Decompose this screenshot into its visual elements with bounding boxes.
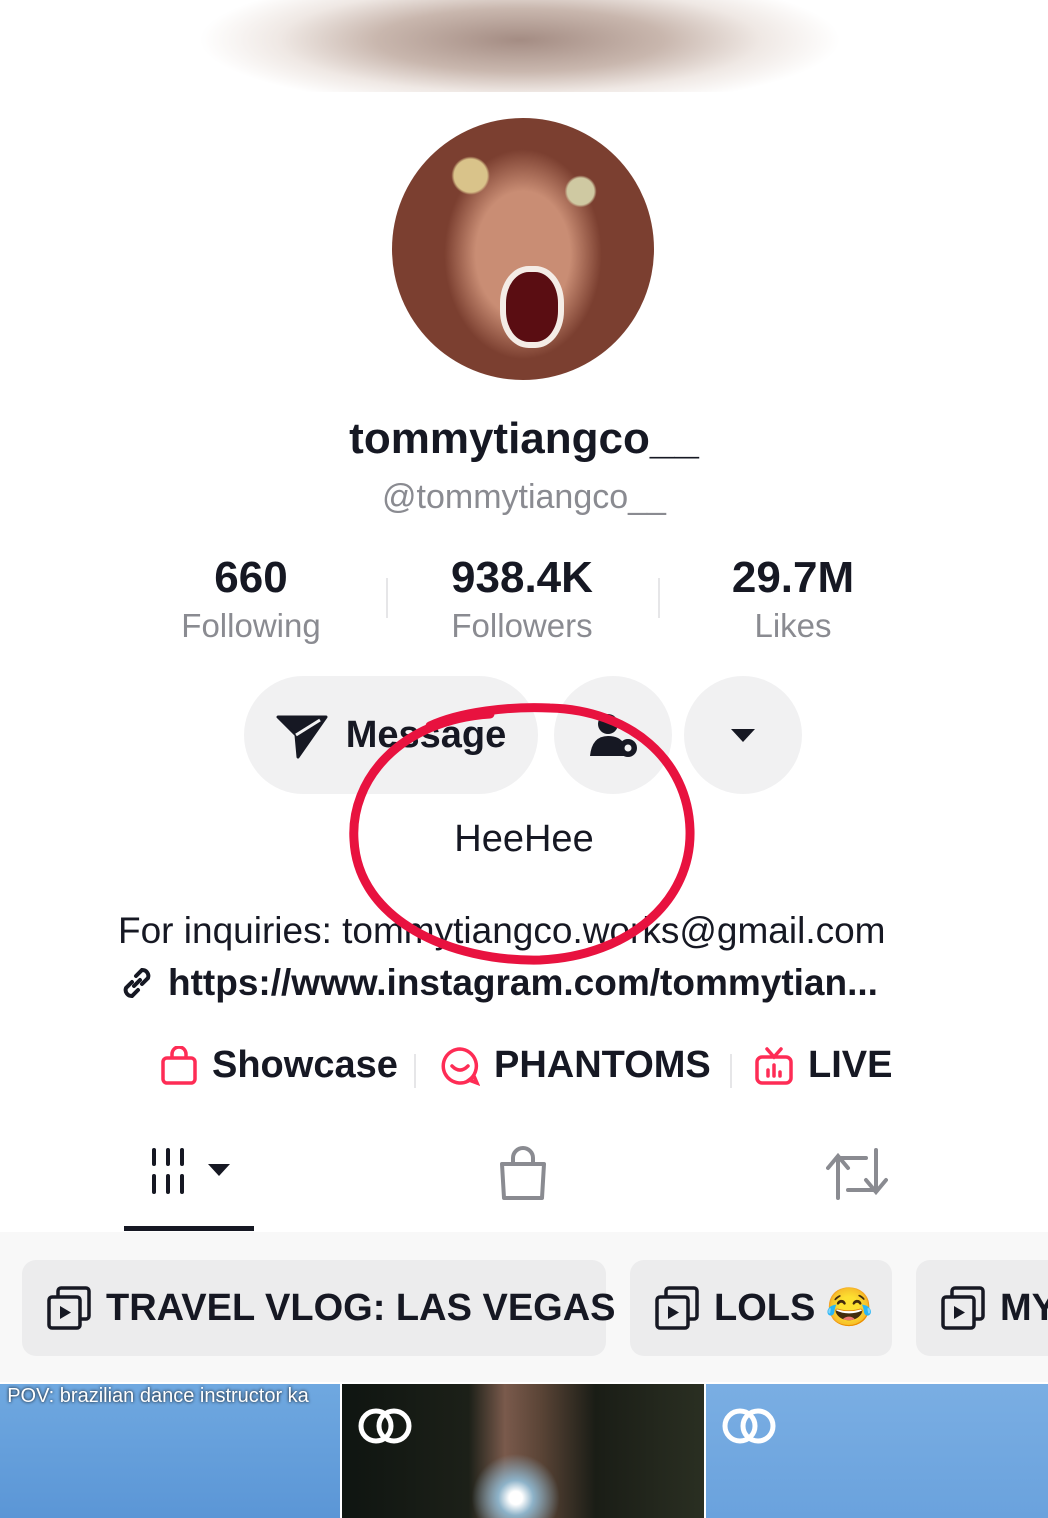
username-handle: @tommytiangco__ (382, 478, 666, 516)
profile-badges: Showcase PHANTOMS LIVE (0, 1044, 1048, 1096)
stat-following-value: 660 (214, 553, 288, 602)
active-tab-indicator (124, 1226, 254, 1231)
live-badge[interactable]: LIVE (754, 1044, 892, 1087)
phantoms-badge[interactable]: PHANTOMS (440, 1044, 711, 1087)
avatar[interactable] (392, 118, 654, 380)
message-button[interactable]: Message (244, 676, 538, 794)
playlist-chip[interactable]: MY (916, 1260, 1048, 1356)
stat-divider (658, 578, 660, 618)
video-thumbnail[interactable] (342, 1384, 704, 1518)
badge-divider (414, 1054, 416, 1088)
stat-divider (386, 578, 388, 618)
bio-text: HeeHee (454, 818, 594, 860)
stat-likes[interactable]: 29.7M Likes (673, 552, 913, 648)
video-thumbnail[interactable] (706, 1384, 1048, 1518)
playlist-chip[interactable]: LOLS 😂 (630, 1260, 892, 1356)
follow-settings-button[interactable] (554, 676, 672, 794)
message-button-label: Message (345, 713, 507, 756)
playlist-label: MY (1000, 1286, 1048, 1329)
stat-followers-label: Followers (451, 607, 593, 644)
playlist-icon (655, 1286, 699, 1330)
repost-icon (826, 1148, 888, 1200)
playlist-icon (941, 1286, 985, 1330)
display-name: tommytiangco__ (349, 414, 699, 463)
chat-face-icon (441, 1046, 480, 1086)
tab-reposts[interactable] (826, 1146, 888, 1202)
tab-videos[interactable] (148, 1146, 232, 1198)
collab-icon (722, 1408, 776, 1444)
stat-likes-value: 29.7M (731, 553, 855, 602)
video-caption: POV: brazilian dance instructor ka (7, 1385, 309, 1407)
avatar-mouth (500, 266, 564, 348)
playlists-row: TRAVEL VLOG: LAS VEGAS LOLS 😂 MY (0, 1232, 1048, 1382)
phantoms-label: PHANTOMS (494, 1044, 711, 1086)
showcase-badge[interactable]: Showcase (160, 1044, 398, 1087)
showcase-label: Showcase (212, 1044, 398, 1086)
video-grid: POV: brazilian dance instructor ka (0, 1384, 1048, 1518)
live-label: LIVE (808, 1044, 893, 1086)
playlist-icon (47, 1286, 91, 1330)
badge-divider (730, 1054, 732, 1088)
tv-icon (755, 1046, 793, 1085)
collab-icon (358, 1408, 412, 1444)
link-icon (123, 968, 151, 998)
bio-link-text: https://www.instagram.com/tommytian... (168, 962, 878, 1003)
stat-following[interactable]: 660 Following (131, 552, 371, 648)
tab-shop[interactable] (496, 1146, 550, 1202)
stat-following-label: Following (181, 607, 321, 644)
stat-followers-value: 938.4K (451, 553, 593, 602)
shop-bag-icon (500, 1146, 546, 1200)
playlist-label: LOLS 😂 (714, 1287, 874, 1329)
playlist-label: TRAVEL VLOG: LAS VEGAS (106, 1286, 616, 1329)
caret-down-icon (731, 729, 755, 742)
bio-link[interactable]: https://www.instagram.com/tommytian... (118, 962, 878, 1004)
send-icon (276, 715, 328, 759)
background-blur (0, 0, 1048, 92)
bio-inquiries: For inquiries: tommytiangco.works@gmail.… (118, 910, 886, 951)
playlist-chip[interactable]: TRAVEL VLOG: LAS VEGAS (22, 1260, 616, 1356)
stat-likes-label: Likes (754, 607, 832, 644)
content-tabs (0, 1136, 1048, 1233)
stat-followers[interactable]: 938.4K Followers (402, 552, 642, 648)
bag-icon (161, 1045, 197, 1085)
more-options-button[interactable] (684, 676, 802, 794)
videos-grid-icon (152, 1148, 230, 1194)
video-thumbnail[interactable]: POV: brazilian dance instructor ka (0, 1384, 340, 1518)
person-gear-icon (590, 714, 637, 757)
